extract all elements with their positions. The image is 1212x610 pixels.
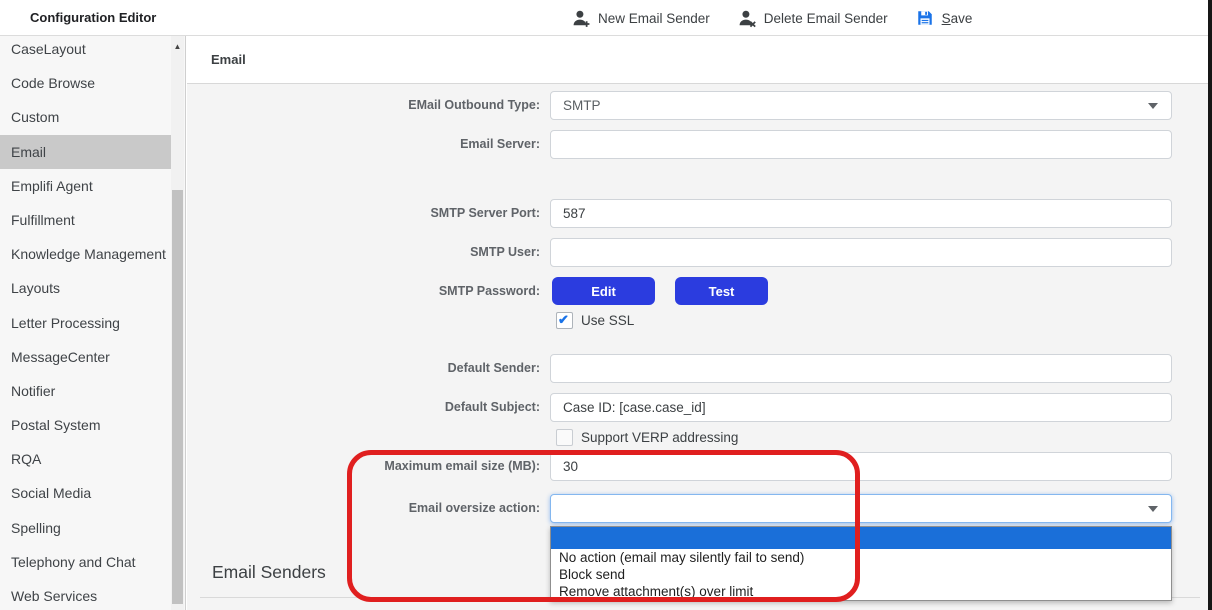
- sidebar-item-notifier[interactable]: Notifier: [0, 374, 171, 408]
- sidebar-item-postal-system[interactable]: Postal System: [0, 408, 171, 442]
- smtp-user-label: SMTP User:: [187, 238, 540, 267]
- sidebar-item-rqa[interactable]: RQA: [0, 442, 171, 476]
- sidebar-list: CaseLayoutCode BrowseCustomEmailEmplifi …: [0, 36, 185, 610]
- new-email-sender-button[interactable]: New Email Sender: [572, 9, 710, 28]
- smtp-port-input[interactable]: [550, 199, 1172, 228]
- configuration-editor-window: Configuration Editor New Email Sender: [0, 0, 1212, 610]
- sidebar-item-letter-processing[interactable]: Letter Processing: [0, 306, 171, 340]
- oversize-action-dropdown-list: No action (email may silently fail to se…: [550, 526, 1172, 601]
- default-sender-input[interactable]: [550, 354, 1172, 383]
- verp-label: Support VERP addressing: [581, 429, 738, 446]
- use-ssl-label: Use SSL: [581, 312, 634, 329]
- use-ssl-checkbox[interactable]: [556, 312, 573, 329]
- sidebar-item-social-media[interactable]: Social Media: [0, 476, 171, 510]
- tool-label: Save: [942, 11, 973, 26]
- toolbar: New Email Sender Delete Email Sender: [572, 0, 972, 36]
- save-button[interactable]: Save: [916, 9, 973, 28]
- panel-title: Email: [211, 36, 246, 84]
- edit-password-button[interactable]: Edit: [552, 277, 655, 305]
- sidebar-item-caselayout[interactable]: CaseLayout: [0, 36, 171, 66]
- verp-checkbox[interactable]: [556, 429, 573, 446]
- smtp-password-label: SMTP Password:: [187, 277, 540, 305]
- sidebar-item-spelling[interactable]: Spelling: [0, 511, 171, 545]
- panel-header: Email: [187, 36, 1208, 84]
- sidebar: CaseLayoutCode BrowseCustomEmailEmplifi …: [0, 36, 186, 610]
- max-email-size-label: Maximum email size (MB):: [187, 452, 540, 481]
- topbar: Configuration Editor New Email Sender: [0, 0, 1208, 36]
- scroll-up-icon[interactable]: ▲: [171, 42, 184, 51]
- person-delete-icon: [738, 9, 757, 28]
- default-sender-label: Default Sender:: [187, 354, 540, 383]
- sidebar-item-telephony-and-chat[interactable]: Telephony and Chat: [0, 545, 171, 579]
- sidebar-item-knowledge-management[interactable]: Knowledge Management: [0, 237, 171, 271]
- page-title: Configuration Editor: [30, 0, 156, 36]
- smtp-user-input[interactable]: [550, 238, 1172, 267]
- sidebar-item-code-browse[interactable]: Code Browse: [0, 66, 171, 100]
- default-subject-input[interactable]: [550, 393, 1172, 422]
- email-server-label: Email Server:: [187, 130, 540, 159]
- sidebar-item-fulfillment[interactable]: Fulfillment: [0, 203, 171, 237]
- sidebar-scrollbar[interactable]: ▲: [171, 36, 184, 610]
- save-icon: [916, 9, 935, 28]
- oversize-action-label: Email oversize action:: [187, 494, 540, 523]
- sidebar-item-layouts[interactable]: Layouts: [0, 271, 171, 305]
- sidebar-item-emplifi-agent[interactable]: Emplifi Agent: [0, 169, 171, 203]
- dropdown-option[interactable]: Block send: [551, 566, 1171, 583]
- sidebar-item-email[interactable]: Email: [0, 135, 171, 169]
- sidebar-item-custom[interactable]: Custom: [0, 100, 171, 134]
- sidebar-item-messagecenter[interactable]: MessageCenter: [0, 340, 171, 374]
- tool-label: New Email Sender: [598, 11, 710, 26]
- sidebar-item-web-services[interactable]: Web Services: [0, 579, 171, 610]
- dropdown-option-blank-selected[interactable]: [551, 527, 1171, 549]
- email-senders-heading: Email Senders: [212, 562, 326, 583]
- dropdown-option[interactable]: No action (email may silently fail to se…: [551, 549, 1171, 566]
- person-add-icon: [572, 9, 591, 28]
- default-subject-label: Default Subject:: [187, 393, 540, 422]
- max-email-size-input[interactable]: [550, 452, 1172, 481]
- smtp-port-label: SMTP Server Port:: [187, 199, 540, 228]
- outbound-type-select[interactable]: SMTP: [550, 91, 1172, 120]
- oversize-action-select[interactable]: [550, 494, 1172, 523]
- tool-label: Delete Email Sender: [764, 11, 888, 26]
- dropdown-option[interactable]: Remove attachment(s) over limit: [551, 583, 1171, 600]
- scrollbar-thumb[interactable]: [172, 190, 183, 604]
- email-server-input[interactable]: [550, 130, 1172, 159]
- outbound-type-label: EMail Outbound Type:: [187, 91, 540, 120]
- test-password-button[interactable]: Test: [675, 277, 768, 305]
- delete-email-sender-button[interactable]: Delete Email Sender: [738, 9, 888, 28]
